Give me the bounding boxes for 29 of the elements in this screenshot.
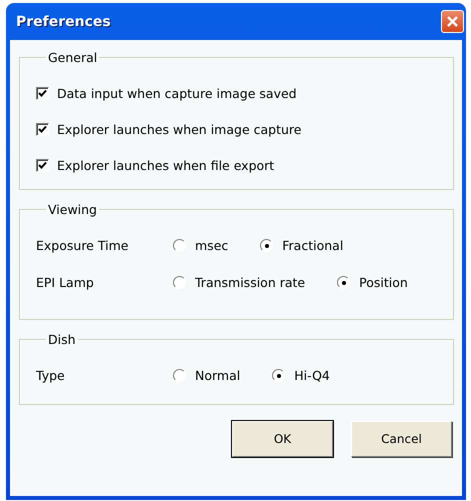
dialog-button[interactable]: OK bbox=[232, 421, 333, 457]
radio-button[interactable] bbox=[173, 239, 186, 252]
checkbox[interactable] bbox=[36, 158, 49, 172]
group-title: Viewing bbox=[47, 202, 98, 217]
field-label: Exposure Time bbox=[36, 238, 130, 253]
dialog-button[interactable]: Cancel bbox=[351, 421, 452, 457]
radio-label[interactable]: Normal bbox=[195, 368, 240, 383]
radio-button[interactable] bbox=[173, 369, 186, 382]
field-label: EPI Lamp bbox=[36, 275, 95, 290]
radio-button[interactable] bbox=[173, 276, 186, 289]
radio-button[interactable] bbox=[260, 239, 274, 252]
window-title: Preferences bbox=[16, 14, 111, 30]
radio-button[interactable] bbox=[337, 276, 350, 289]
checkbox[interactable] bbox=[36, 122, 49, 136]
radio-button[interactable] bbox=[272, 369, 286, 382]
close-icon bbox=[446, 15, 459, 28]
radio-label[interactable]: Position bbox=[359, 275, 408, 290]
checkbox-label[interactable]: Data input when capture image saved bbox=[57, 86, 297, 100]
checkbox-label[interactable]: Explorer launches when image capture bbox=[57, 122, 302, 136]
radio-label[interactable]: Fractional bbox=[282, 238, 344, 253]
close-button[interactable] bbox=[441, 10, 464, 33]
radio-label[interactable]: Transmission rate bbox=[195, 275, 306, 290]
radio-label[interactable]: Hi-Q4 bbox=[294, 368, 330, 383]
checkbox-label[interactable]: Explorer launches when file export bbox=[57, 158, 274, 172]
group-title: Dish bbox=[47, 332, 77, 347]
group-title: General bbox=[47, 50, 98, 65]
field-label: Type bbox=[36, 368, 66, 383]
checkbox[interactable] bbox=[36, 86, 49, 100]
radio-label[interactable]: msec bbox=[195, 238, 228, 253]
